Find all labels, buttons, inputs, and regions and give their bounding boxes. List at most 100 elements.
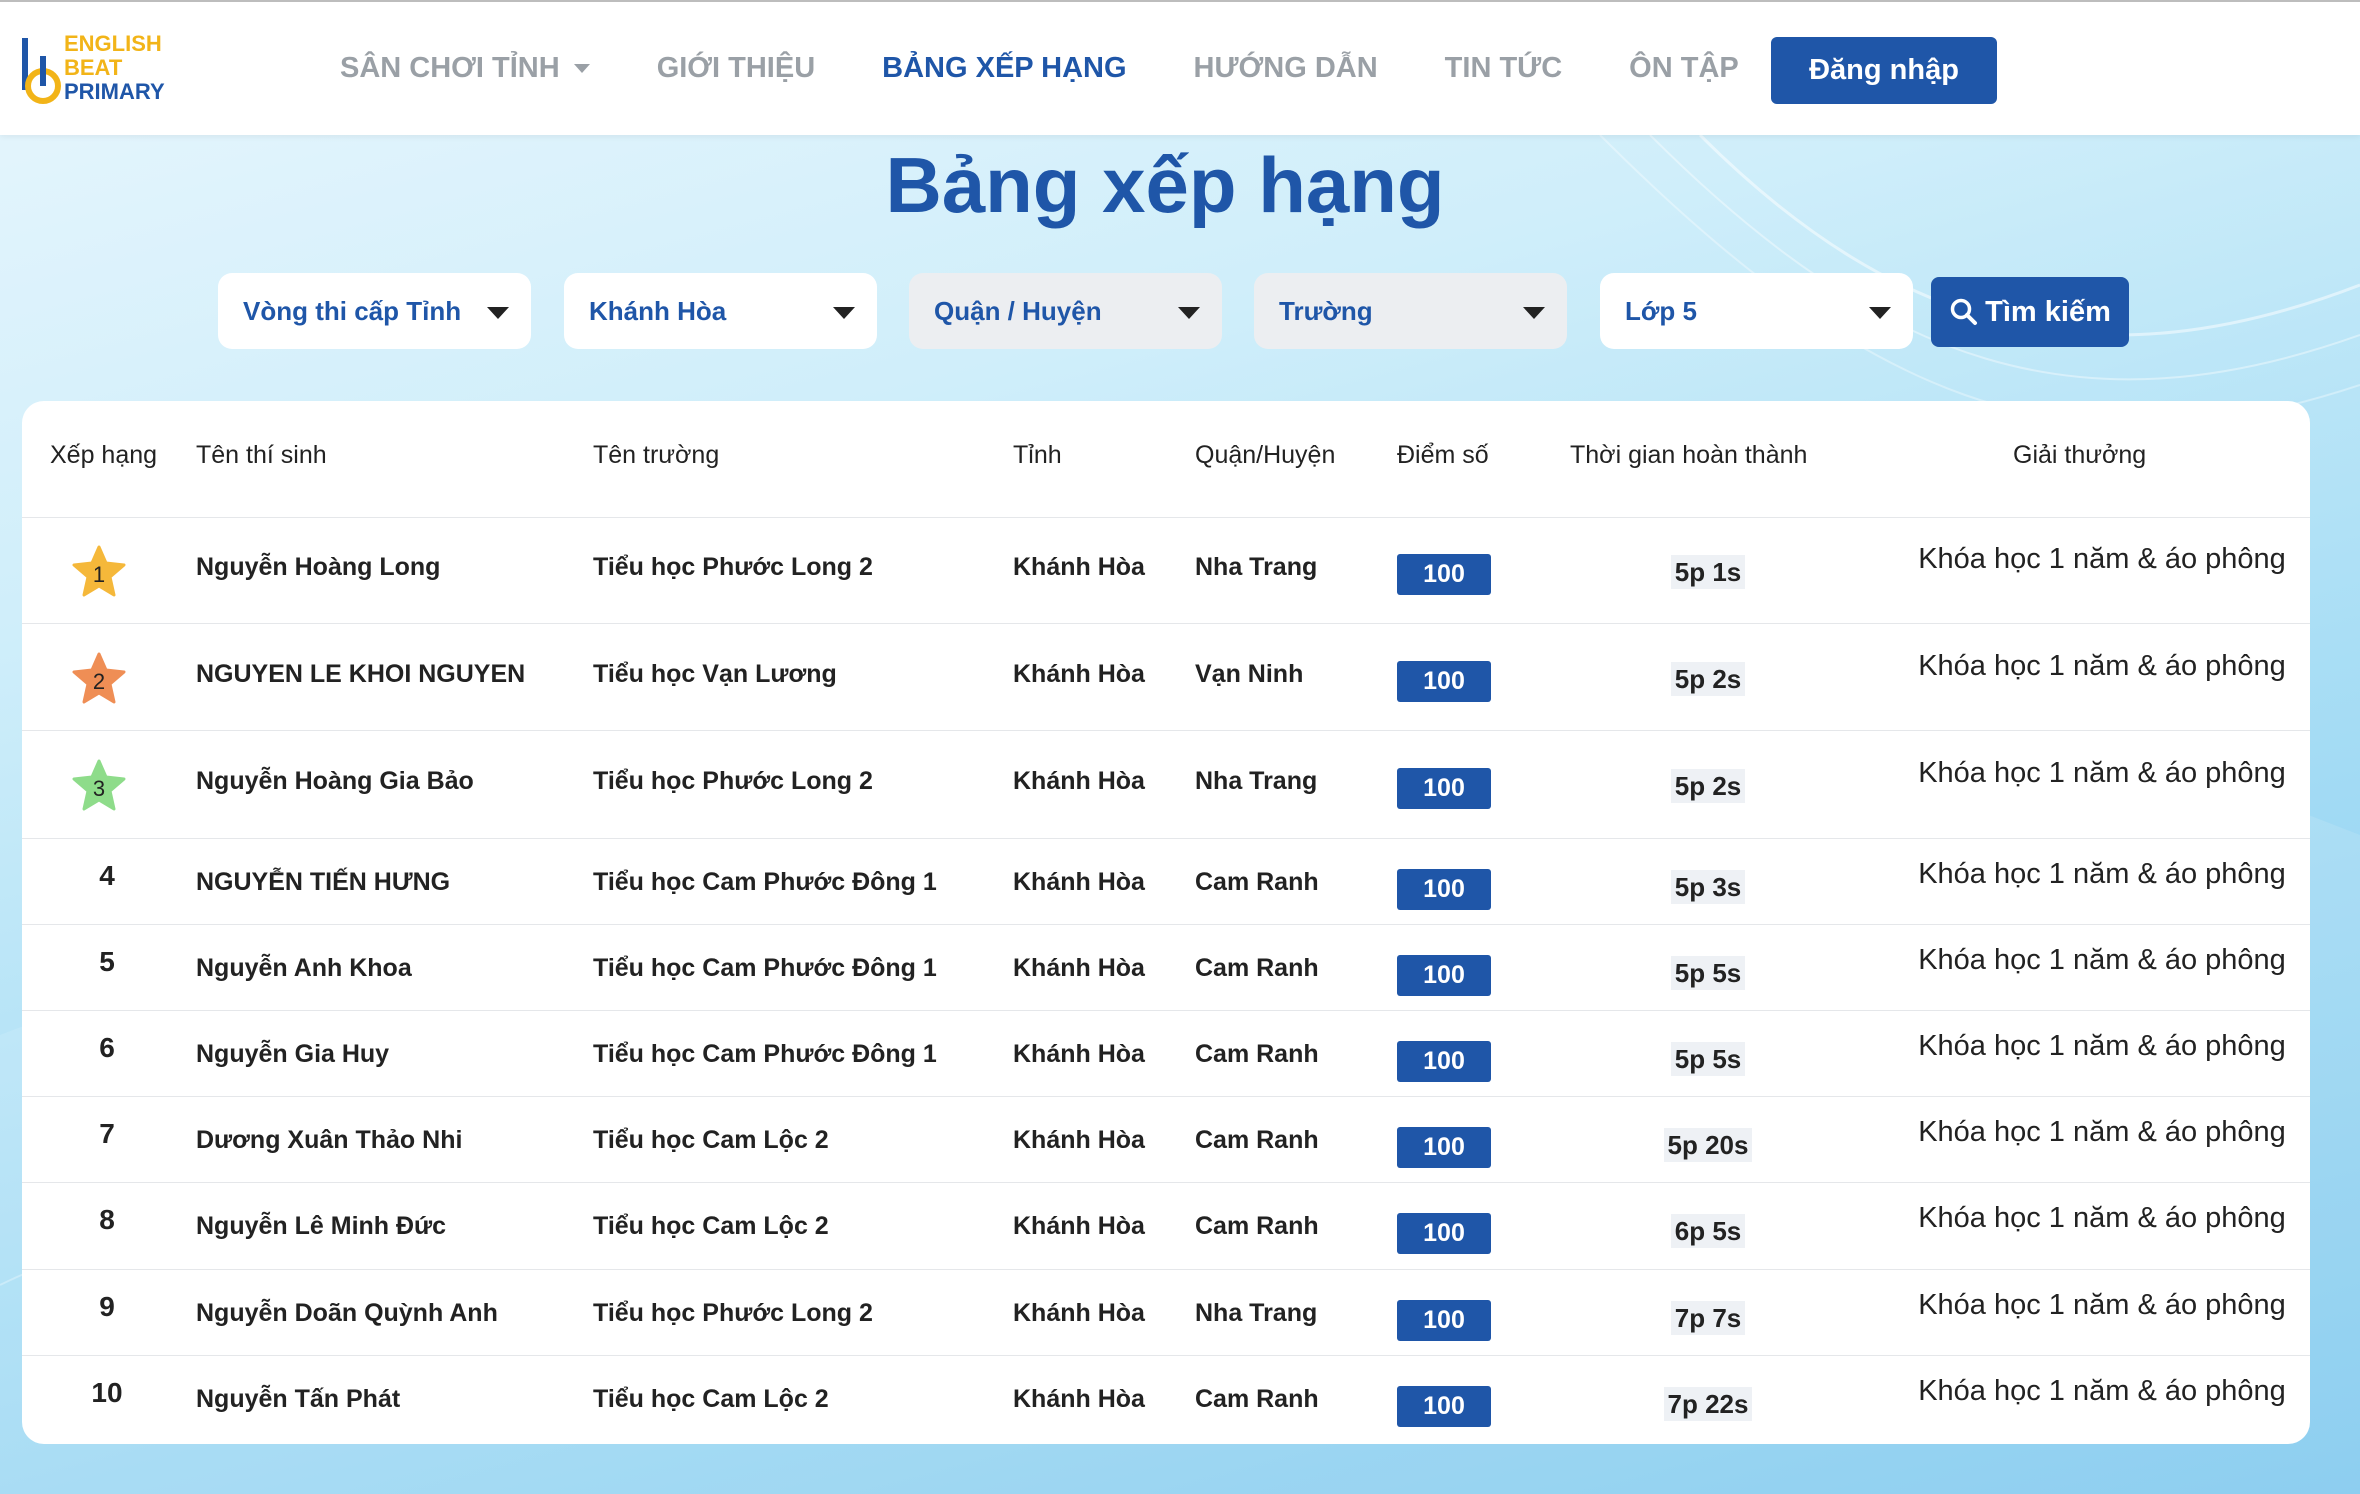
school-name: Tiểu học Cam Lộc 2 [593,1385,829,1413]
score-badge: 100 [1397,768,1491,809]
english-beat-primary-logo[interactable]: ENGLISH BEAT PRIMARY [18,30,188,108]
table-row: 8 Nguyễn Lê Minh Đức Tiểu học Cam Lộc 2 Khá… [22,1182,2310,1270]
completion-time: 7p 22s [1587,1387,1829,1421]
school-name: Tiểu học Vạn Lương [593,660,837,688]
header-rank: Xếp hạng [50,441,158,469]
rank-number: 2 [92,669,106,694]
table-row: 9 Nguyễn Doãn Quỳnh Anh Tiểu học Phước Lon… [22,1269,2310,1356]
score-badge: 100 [1397,1041,1491,1082]
score-badge: 100 [1397,1127,1491,1168]
completion-time: 7p 7s [1587,1301,1829,1335]
rank-number: 6 [99,1032,115,1063]
nav-provincial-contest[interactable]: SÂN CHƠI TỈNH [340,52,590,85]
header-district: Quận/Huyện [1195,441,1336,469]
district-name: Nha Trang [1195,553,1318,581]
province-name: Khánh Hòa [1013,767,1145,795]
nav-guide[interactable]: HƯỚNG DẪN [1194,52,1378,85]
completion-time: 5p 2s [1587,769,1829,803]
rank-star-badge: 1 [70,544,128,600]
school-name: Tiểu học Cam Lộc 2 [593,1212,829,1240]
district-name: Nha Trang [1195,767,1318,795]
prize-text: Khóa học 1 năm & áo phông [1918,944,2286,976]
score-badge: 100 [1397,955,1491,996]
completion-time: 5p 5s [1587,1042,1829,1076]
prize-text: Khóa học 1 năm & áo phông [1918,543,2286,575]
school-name: Tiểu học Phước Long 2 [593,767,873,795]
search-icon [1950,298,1978,325]
nav-about[interactable]: GIỚI THIỆU [657,52,815,85]
province-name: Khánh Hòa [1013,1040,1145,1068]
header-time: Thời gian hoàn thành [1570,441,1808,469]
caret-down-icon [833,307,855,319]
table-row: 10 Nguyễn Tấn Phát Tiểu học Cam Lộc 2 Khánh… [22,1355,2310,1444]
rank-star-badge: 2 [70,651,128,707]
table-row: 2 NGUYEN LE KHOI NGUYEN Tiểu học Vạn Lương… [22,623,2310,731]
student-name: Nguyễn Hoàng Gia Bảo [196,767,474,795]
rank-number: 4 [99,860,115,891]
district-name: Cam Ranh [1195,868,1319,896]
student-name: NGUYỄN TIẾN HƯNG [196,868,451,896]
rank-number: 3 [92,776,106,801]
prize-text: Khóa học 1 năm & áo phông [1918,757,2286,789]
completion-time: 5p 20s [1587,1128,1829,1162]
score-badge: 100 [1397,554,1491,595]
header-province: Tỉnh [1013,441,1062,469]
logo-mark-icon [22,38,61,104]
province-name: Khánh Hòa [1013,1126,1145,1154]
score-badge: 100 [1397,1386,1491,1427]
caret-down-icon [1869,307,1891,319]
student-name: NGUYEN LE KHOI NGUYEN [196,660,526,688]
student-name: Nguyễn Doãn Quỳnh Anh [196,1299,498,1327]
table-row: 4 NGUYỄN TIẾN HƯNG Tiểu học Cam Phước Đông… [22,838,2310,925]
school-name: Tiểu học Cam Phước Đông 1 [593,868,937,896]
leaderboard-table: Xếp hạng Tên thí sinh Tên trường Tỉnh Qu… [22,401,2310,1444]
login-button[interactable]: Đăng nhập [1771,37,1997,104]
chevron-down-icon [573,64,590,73]
nav-news[interactable]: TIN TỨC [1445,52,1563,85]
main-nav: SÂN CHƠI TỈNH GIỚI THIỆU BẢNG XẾP HẠNG H… [340,2,1806,135]
score-badge: 100 [1397,869,1491,910]
score-badge: 100 [1397,661,1491,702]
prize-text: Khóa học 1 năm & áo phông [1918,858,2286,890]
province-name: Khánh Hòa [1013,1385,1145,1413]
top-navbar: ENGLISH BEAT PRIMARY SÂN CHƠI TỈNH GIỚI … [0,0,2360,135]
rank-number: 10 [91,1377,123,1408]
caret-down-icon [1178,307,1200,319]
table-header: Xếp hạng Tên thí sinh Tên trường Tỉnh Qu… [22,401,2310,518]
district-name: Cam Ranh [1195,1040,1319,1068]
district-name: Cam Ranh [1195,954,1319,982]
school-name: Tiểu học Cam Phước Đông 1 [593,1040,937,1068]
province-name: Khánh Hòa [1013,1212,1145,1240]
grade-select[interactable]: Lớp 5 [1600,273,1913,349]
completion-time: 5p 3s [1587,870,1829,904]
district-select[interactable]: Quận / Huyện [909,273,1222,349]
prize-text: Khóa học 1 năm & áo phông [1918,650,2286,682]
school-name: Tiểu học Phước Long 2 [593,1299,873,1327]
logo-wordmark: ENGLISH BEAT PRIMARY [64,31,165,104]
caret-down-icon [487,307,509,319]
district-name: Nha Trang [1195,1299,1318,1327]
search-button[interactable]: Tìm kiếm [1931,277,2129,347]
district-name: Vạn Ninh [1195,660,1304,688]
caret-down-icon [1523,307,1545,319]
district-name: Cam Ranh [1195,1126,1319,1154]
nav-review[interactable]: ÔN TẬP [1629,52,1739,85]
prize-text: Khóa học 1 năm & áo phông [1918,1116,2286,1148]
student-name: Nguyễn Tấn Phát [196,1385,401,1413]
province-select[interactable]: Khánh Hòa [564,273,877,349]
score-badge: 100 [1397,1213,1491,1254]
page-title: Bảng xếp hạng [885,141,1445,229]
province-name: Khánh Hòa [1013,1299,1145,1327]
rank-number: 9 [99,1291,115,1322]
completion-time: 5p 5s [1587,956,1829,990]
table-row: 7 Dương Xuân Thảo Nhi Tiểu học Cam Lộc 2 Kh… [22,1096,2310,1183]
student-name: Nguyễn Gia Huy [196,1040,390,1068]
round-select[interactable]: Vòng thi cấp Tỉnh [218,273,531,349]
school-name: Tiểu học Phước Long 2 [593,553,873,581]
header-school: Tên trường [593,441,720,469]
school-select[interactable]: Trường [1254,273,1567,349]
school-name: Tiểu học Cam Phước Đông 1 [593,954,937,982]
student-name: Nguyễn Anh Khoa [196,954,412,982]
rank-number: 8 [99,1204,115,1235]
nav-leaderboard[interactable]: BẢNG XẾP HẠNG [882,52,1126,85]
